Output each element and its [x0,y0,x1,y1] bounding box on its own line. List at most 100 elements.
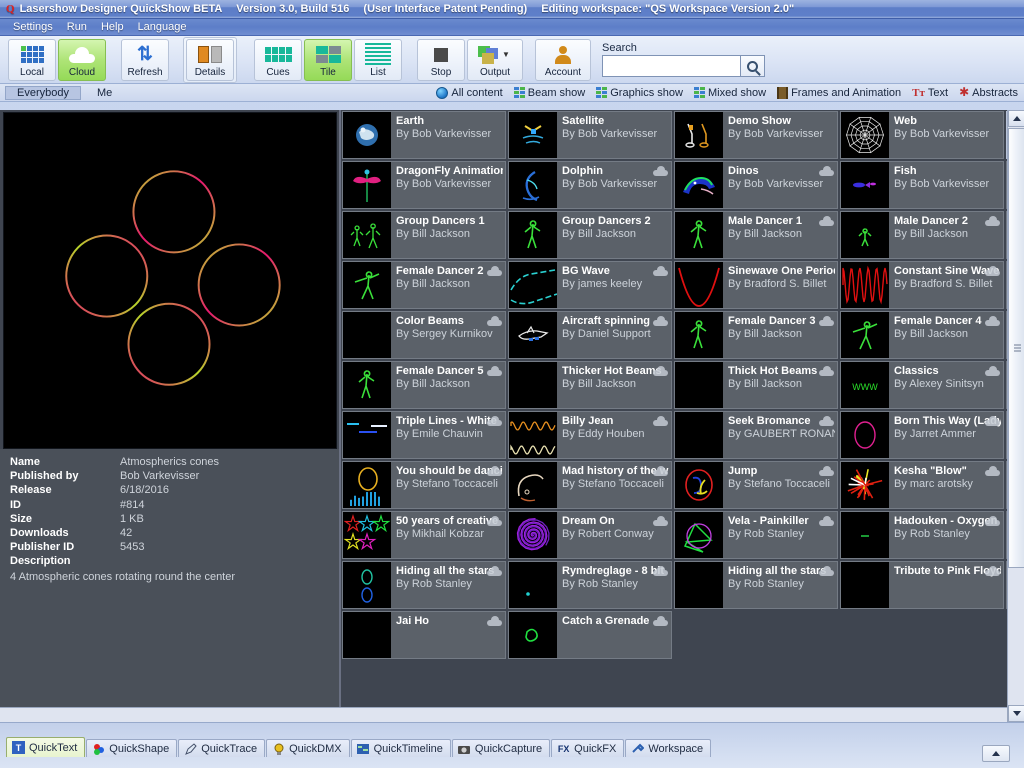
scrollbar-thumb[interactable] [1008,128,1024,568]
content-card[interactable]: You should be dancingBy Stefano Toccacel… [342,461,506,509]
cloud-download-icon[interactable] [487,316,502,326]
local-button[interactable]: Local [8,39,56,81]
cloud-download-icon[interactable] [653,316,668,326]
cloud-download-icon[interactable] [487,266,502,276]
filter-me[interactable]: Me [85,86,124,100]
content-card[interactable]: WWWClassicsBy Alexey Sinitsyn [840,361,1004,409]
content-card[interactable]: Female Dancer 2By Bill Jackson [342,261,506,309]
content-card[interactable]: EarthBy Bob Varkevisser [342,111,506,159]
stop-button[interactable]: Stop [417,39,465,81]
cloud-download-icon[interactable] [487,566,502,576]
content-card[interactable]: Male Dancer 2By Bill Jackson [840,211,1004,259]
content-card[interactable]: Demo ShowBy Bob Varkevisser [674,111,838,159]
bottom-tab-quickfx[interactable]: FXQuickFX [551,739,624,757]
cloud-download-icon[interactable] [985,316,1000,326]
bottom-tab-quickshape[interactable]: QuickShape [86,739,177,757]
cloud-download-icon[interactable] [653,166,668,176]
content-card[interactable]: Hiding all the starsBy Rob Stanley [674,561,838,609]
menu-item-language[interactable]: Language [131,20,194,34]
cloud-download-icon[interactable] [487,366,502,376]
cloud-download-icon[interactable] [985,216,1000,226]
filter-graphics-show[interactable]: Graphics show [596,87,683,99]
content-card[interactable]: Female Dancer 3By Bill Jackson [674,311,838,359]
cloud-download-icon[interactable] [819,366,834,376]
cloud-download-icon[interactable] [653,516,668,526]
cloud-download-icon[interactable] [819,466,834,476]
content-card[interactable]: Thick Hot BeamsBy Bill Jackson [674,361,838,409]
content-card[interactable]: Vela - PainkillerBy Rob Stanley [674,511,838,559]
filter-frames-animation[interactable]: Frames and Animation [777,87,901,99]
cloud-download-icon[interactable] [819,166,834,176]
filter-mixed-show[interactable]: Mixed show [694,87,766,99]
content-card[interactable]: WebBy Bob Varkevisser [840,111,1004,159]
cloud-download-icon[interactable] [985,366,1000,376]
content-card[interactable]: 50 years of creativeBy Mikhail Kobzar [342,511,506,559]
content-card[interactable]: SatelliteBy Bob Varkevisser [508,111,672,159]
content-card[interactable]: Born This Way (LadyBy Jarret Ammer [840,411,1004,459]
details-button[interactable]: Details [186,39,234,81]
filter-beam-show[interactable]: Beam show [514,87,585,99]
refresh-button[interactable]: ⇅ Refresh [121,39,169,81]
content-card[interactable]: Female Dancer 4By Bill Jackson [840,311,1004,359]
cloud-download-icon[interactable] [487,466,502,476]
cloud-download-icon[interactable] [653,466,668,476]
cloud-button[interactable]: Cloud [58,39,106,81]
content-card[interactable]: Female Dancer 5By Bill Jackson [342,361,506,409]
bottom-tab-quicktext[interactable]: TQuickText [6,737,85,757]
filter-all-content[interactable]: All content [436,87,502,99]
content-card[interactable]: Triple Lines - WhiteBy Emile Chauvin [342,411,506,459]
content-card[interactable]: DinosBy Bob Varkevisser [674,161,838,209]
filter-text[interactable]: Tᴛ Text [912,87,948,99]
account-button[interactable]: Account [535,39,591,81]
content-card[interactable]: Seek BromanceBy GAUBERT RONAN [674,411,838,459]
cloud-download-icon[interactable] [653,566,668,576]
cloud-download-icon[interactable] [985,566,1000,576]
content-card[interactable]: BG WaveBy james keeley [508,261,672,309]
cloud-download-icon[interactable] [487,616,502,626]
output-button[interactable]: ▼ Output [467,39,523,81]
bottom-tab-quicktimeline[interactable]: QuickTimeline [351,739,451,757]
tile-button[interactable]: Tile [304,39,352,81]
cloud-download-icon[interactable] [985,516,1000,526]
cloud-download-icon[interactable] [487,416,502,426]
cloud-download-icon[interactable] [985,266,1000,276]
cloud-download-icon[interactable] [819,516,834,526]
content-card[interactable]: FishBy Bob Varkevisser [840,161,1004,209]
chevron-down-icon[interactable]: ▼ [502,50,510,59]
content-card[interactable]: Billy JeanBy Eddy Houben [508,411,672,459]
search-button[interactable] [740,55,765,77]
cloud-download-icon[interactable] [819,416,834,426]
content-card[interactable]: Hiding all the starsBy Rob Stanley [342,561,506,609]
content-card[interactable]: JumpBy Stefano Toccaceli [674,461,838,509]
scroll-up-button[interactable] [1008,110,1024,127]
menu-item-help[interactable]: Help [94,20,131,34]
content-card[interactable]: DragonFly AnimationBy Bob Varkevisser [342,161,506,209]
cloud-download-icon[interactable] [819,566,834,576]
content-card[interactable]: Kesha "Blow"By marc arotsky [840,461,1004,509]
bottom-tab-quickcapture[interactable]: QuickCapture [452,739,550,757]
bottom-tab-workspace[interactable]: Workspace [625,739,711,757]
cloud-download-icon[interactable] [653,366,668,376]
grid-scrollbar[interactable] [1007,110,1024,722]
bottom-tab-quickdmx[interactable]: QuickDMX [266,739,350,757]
content-card[interactable]: Rymdreglage - 8 bitBy Rob Stanley [508,561,672,609]
content-card[interactable]: Catch a Grenade [508,611,672,659]
cloud-download-icon[interactable] [819,316,834,326]
content-card[interactable]: DolphinBy Bob Varkevisser [508,161,672,209]
menu-item-settings[interactable]: Settings [6,20,60,34]
cloud-download-icon[interactable] [653,416,668,426]
filter-everybody[interactable]: Everybody [5,86,81,100]
search-input[interactable] [602,55,740,77]
bottom-tab-quicktrace[interactable]: QuickTrace [178,739,265,757]
content-card[interactable]: Male Dancer 1By Bill Jackson [674,211,838,259]
cloud-download-icon[interactable] [653,266,668,276]
cloud-download-icon[interactable] [653,616,668,626]
content-card[interactable]: Tribute to Pink Floyd [840,561,1004,609]
content-card[interactable]: Dream OnBy Robert Conway [508,511,672,559]
content-card[interactable]: Aircraft spinningBy Daniel Support [508,311,672,359]
cues-button[interactable]: Cues [254,39,302,81]
cloud-download-icon[interactable] [985,466,1000,476]
scroll-down-button[interactable] [1008,705,1024,722]
filter-abstracts[interactable]: ✱ Abstracts [959,87,1018,99]
content-card[interactable]: Group Dancers 1By Bill Jackson [342,211,506,259]
